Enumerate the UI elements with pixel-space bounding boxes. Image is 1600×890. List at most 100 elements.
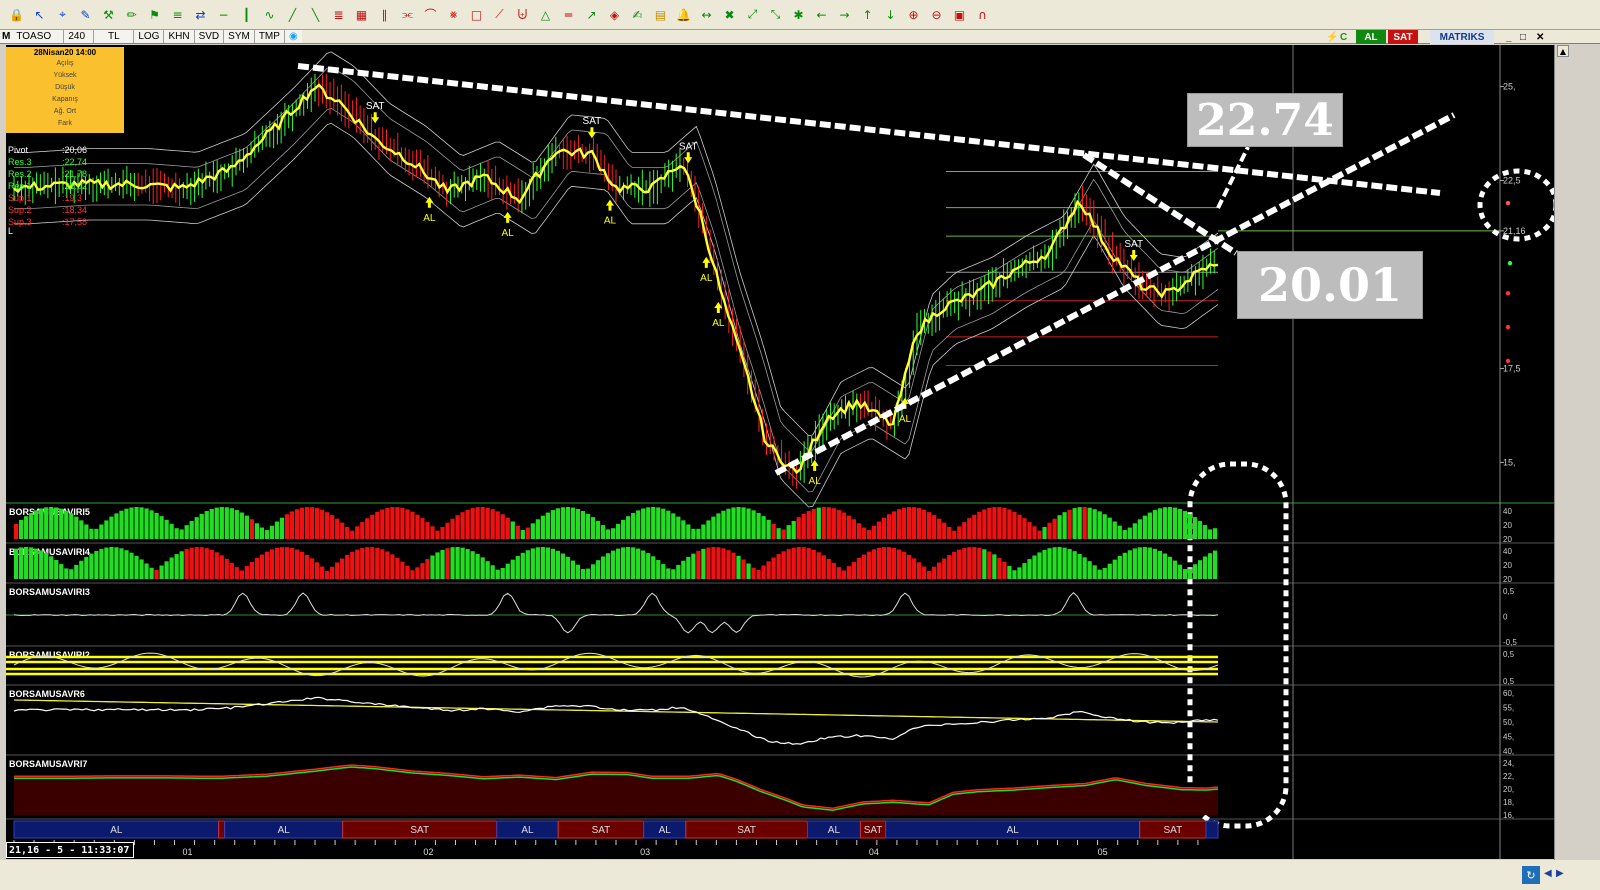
minimize-button[interactable]: _ [1502,30,1516,44]
sell-button[interactable]: SAT [1388,30,1418,44]
zoom-in-icon[interactable]: ⊕ [903,4,924,25]
triangle-icon[interactable]: △ [535,4,556,25]
minus-icon[interactable]: − [213,4,234,25]
magnet-icon[interactable]: ∩ [972,4,993,25]
log-button[interactable]: LOG [134,30,165,43]
align-icon[interactable]: ≡ [167,4,188,25]
diagonal-icon[interactable]: ╲ [305,4,326,25]
histogram-bar [1052,518,1057,539]
period-field[interactable]: 240 [64,30,95,43]
histogram-bar [771,557,776,579]
histogram-bar [284,514,290,539]
histogram-bar [570,507,576,539]
fit-icon[interactable]: ⤢ [742,4,763,25]
histogram-bar [1157,550,1163,579]
up-icon[interactable]: ↑ [857,4,878,25]
sell-arrow-icon [371,112,380,124]
histogram-bar [947,555,952,579]
right-icon[interactable]: → [834,4,855,25]
histogram-bar [761,565,766,579]
pencil-icon[interactable]: ✏ [121,4,142,25]
drawing-toolbar: 🔒 ↖ ⌖ ✎ ⚒ ✏ ⚑ ≡ ⇄ − ┃ ∿ ╱ ╲ ≣ ▦ ∥ ⫘ ⌒ ⨳ □ ⟋ ⨄ △ ═ ↗ ◈ ✍ ▤ 🔔 ↔ ✖ ⤢ ⤡ ✱ ← → ↑ ↓ ⊕… [0,0,1600,30]
histogram-bar [94,550,99,579]
histogram-bar [330,515,335,539]
indicator-tick-label: 22, [1503,772,1514,781]
fit2-icon[interactable]: ⤡ [765,4,786,25]
tools-icon[interactable]: ⚒ [98,4,119,25]
sync-icon[interactable]: ↻ [1522,866,1540,884]
matriks-m-icon[interactable]: M [0,30,13,43]
cursor-icon[interactable]: ↖ [29,4,50,25]
histogram-bar [886,514,892,539]
maximize-button[interactable]: □ [1516,30,1530,44]
histogram-bar [24,547,29,579]
expand-h-icon[interactable]: ↔ [696,4,717,25]
buy-button[interactable]: AL [1356,30,1386,44]
chart-canvas[interactable]: SAT AL AL SAT AL SAT AL AL AL AL SAT 25, 22,5 21,16 17… [6,45,1554,859]
khn-button[interactable]: KHN [164,30,195,43]
vline-icon[interactable]: ┃ [236,4,257,25]
bell-icon[interactable]: 🔔 [673,4,694,25]
chart-area[interactable]: SAT AL AL SAT AL SAT AL AL AL AL SAT 25, 22,5 21,16 17… [6,45,1554,859]
oscillator-line [13,592,1219,634]
histogram-bar [405,565,410,579]
histogram-bar [355,549,360,579]
histogram-bar [1177,508,1183,539]
histogram-bar [234,567,239,579]
brush-icon[interactable]: ╱ [282,4,303,25]
crosshair-icon[interactable]: ⌖ [52,4,73,25]
scroll-right-icon[interactable]: ▶ [1556,868,1564,879]
scroll-up-icon[interactable]: ▲ [1557,45,1569,57]
channel-icon[interactable]: ∥ [374,4,395,25]
histogram-bar [189,520,194,539]
histogram-bar [1137,519,1142,539]
histogram-bar [992,554,997,579]
tmp-button[interactable]: TMP [254,30,285,43]
gear-icon[interactable]: ✱ [788,4,809,25]
pivot-row: Res.1:21,02 [8,180,118,192]
expand-x-icon[interactable]: ✖ [719,4,740,25]
refresh-icon[interactable]: C [1336,30,1351,44]
histogram-bar [1022,518,1027,539]
histogram-bar [279,517,285,539]
sym-button[interactable]: SYM [224,30,255,43]
grid-icon[interactable]: ▦ [351,4,372,25]
histogram-bar [114,513,119,539]
image-icon[interactable]: ▣ [949,4,970,25]
twitter-icon[interactable]: ◉ [284,30,302,43]
pencil2-icon[interactable]: ✍ [627,4,648,25]
svd-button[interactable]: SVD [194,30,225,43]
arrows-icon[interactable]: ⇄ [190,4,211,25]
fibo-icon[interactable]: ≣ [328,4,349,25]
currency-field[interactable]: TL [94,30,135,43]
box-icon[interactable]: □ [466,4,487,25]
scroll-left-icon[interactable]: ◀ [1544,868,1552,879]
histogram-bar [967,547,972,579]
left-icon[interactable]: ← [811,4,832,25]
lock-icon[interactable]: 🔒 [6,4,27,25]
ray-icon[interactable]: ⟋ [489,4,510,25]
note-icon[interactable]: ▤ [650,4,671,25]
signal-label: AL [712,318,725,329]
histogram-bar [626,516,631,539]
zoom-out-icon[interactable]: ⊖ [926,4,947,25]
curve-icon[interactable]: ∿ [259,4,280,25]
histogram-bar [525,527,530,539]
gann-icon[interactable]: ⨳ [443,4,464,25]
histogram-bar [967,518,972,539]
arrow-icon[interactable]: ↗ [581,4,602,25]
arc-icon[interactable]: ⌒ [420,4,441,25]
edit-icon[interactable]: ✎ [75,4,96,25]
down-icon[interactable]: ↓ [880,4,901,25]
histogram-bar [89,528,94,539]
level-icon[interactable]: ═ [558,4,579,25]
pitchfork-icon[interactable]: ⨄ [512,4,533,25]
histogram-bar [932,566,937,579]
fan-icon[interactable]: ⫘ [397,4,418,25]
histogram-bar [24,516,29,539]
tag-icon[interactable]: ⚑ [144,4,165,25]
trading-app: 🔒 ↖ ⌖ ✎ ⚒ ✏ ⚑ ≡ ⇄ − ┃ ∿ ╱ ╲ ≣ ▦ ∥ ⫘ ⌒ ⨳ □ ⟋ ⨄ △ ═ ↗ ◈ ✍ ▤ 🔔 ↔ ✖ ⤢ ⤡ ✱ ← → ↑ ↓ ⊕… [0,0,1600,890]
close-button[interactable]: ✕ [1532,30,1548,44]
shapes-icon[interactable]: ◈ [604,4,625,25]
symbol-field[interactable]: TOASO [12,30,65,43]
